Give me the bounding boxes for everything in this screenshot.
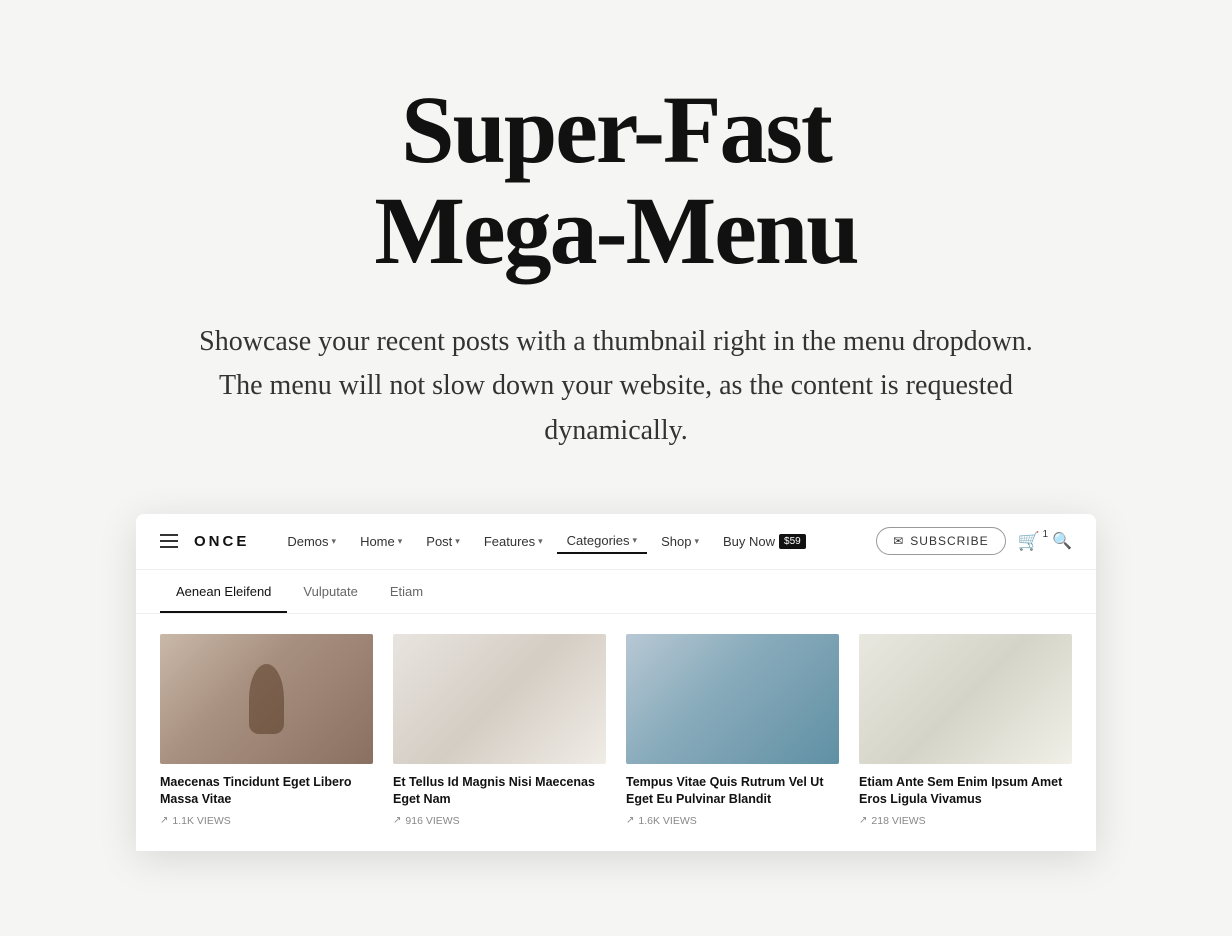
post-views-4: 218 VIEWS: [871, 815, 925, 827]
hamburger-line: [160, 540, 178, 542]
chevron-down-icon: ▾: [398, 536, 403, 547]
post-card-1: Maecenas Tincidunt Eget Libero Massa Vit…: [160, 634, 373, 827]
post-title-2[interactable]: Et Tellus Id Magnis Nisi Maecenas Eget N…: [393, 774, 606, 809]
tab-aenean[interactable]: Aenean Eleifend: [160, 570, 287, 613]
nav-item-home[interactable]: Home ▾: [350, 530, 412, 553]
chevron-down-icon: ▾: [694, 536, 699, 547]
hero-title-line1: Super-Fast: [401, 76, 831, 183]
chevron-down-icon: ▾: [633, 535, 638, 546]
nav-item-post[interactable]: Post ▾: [416, 530, 470, 553]
post-views-3: 1.6K VIEWS: [638, 815, 696, 827]
nav-item-demos[interactable]: Demos ▾: [277, 530, 346, 553]
hamburger-line: [160, 534, 178, 536]
tab-vulputate[interactable]: Vulputate: [287, 570, 373, 613]
subscribe-button[interactable]: ✉ SUBSCRIBE: [876, 527, 1005, 555]
browser-window: ONCE Demos ▾ Home ▾ Post ▾ Features ▾ Ca…: [136, 514, 1096, 851]
nav-item-shop[interactable]: Shop ▾: [651, 530, 709, 553]
hamburger-line: [160, 546, 178, 548]
post-card-4: Etiam Ante Sem Enim Ipsum Amet Eros Ligu…: [859, 634, 1072, 827]
post-card-2: Et Tellus Id Magnis Nisi Maecenas Eget N…: [393, 634, 606, 827]
navbar-right: ✉ SUBSCRIBE 🛒 1 🔍: [876, 527, 1072, 555]
post-meta-2: ↗ 916 VIEWS: [393, 815, 606, 827]
chevron-down-icon: ▾: [538, 536, 543, 547]
hero-title-line2: Mega-Menu: [374, 177, 857, 284]
post-thumbnail-3[interactable]: [626, 634, 839, 764]
nav-menu: Demos ▾ Home ▾ Post ▾ Features ▾ Categor…: [277, 529, 876, 554]
post-meta-3: ↗ 1.6K VIEWS: [626, 815, 839, 827]
cart-icon[interactable]: 🛒 1: [1018, 531, 1040, 552]
post-title-1[interactable]: Maecenas Tincidunt Eget Libero Massa Vit…: [160, 774, 373, 809]
chevron-down-icon: ▾: [455, 536, 460, 547]
post-views-1: 1.1K VIEWS: [172, 815, 230, 827]
cart-count: 1: [1043, 529, 1049, 540]
post-thumbnail-4[interactable]: [859, 634, 1072, 764]
post-thumbnail-2[interactable]: [393, 634, 606, 764]
nav-item-categories[interactable]: Categories ▾: [557, 529, 647, 554]
mail-icon: ✉: [893, 534, 904, 548]
hero-subtitle: Showcase your recent posts with a thumbn…: [186, 320, 1046, 454]
chevron-down-icon: ▾: [332, 536, 337, 547]
site-logo: ONCE: [194, 533, 249, 550]
post-meta-1: ↗ 1.1K VIEWS: [160, 815, 373, 827]
subscribe-label: SUBSCRIBE: [910, 534, 988, 548]
content-tabs: Aenean Eleifend Vulputate Etiam: [136, 570, 1096, 614]
views-icon: ↗: [626, 815, 634, 826]
post-title-3[interactable]: Tempus Vitae Quis Rutrum Vel Ut Eget Eu …: [626, 774, 839, 809]
views-icon: ↗: [859, 815, 867, 826]
hero-title: Super-Fast Mega-Menu: [374, 80, 857, 282]
post-thumbnail-1[interactable]: [160, 634, 373, 764]
navbar: ONCE Demos ▾ Home ▾ Post ▾ Features ▾ Ca…: [136, 514, 1096, 570]
search-icon[interactable]: 🔍: [1052, 531, 1072, 551]
post-meta-4: ↗ 218 VIEWS: [859, 815, 1072, 827]
hero-section: Super-Fast Mega-Menu Showcase your recen…: [0, 0, 1232, 514]
price-badge: $59: [779, 534, 806, 549]
views-icon: ↗: [393, 815, 401, 826]
nav-item-features[interactable]: Features ▾: [474, 530, 553, 553]
post-title-4[interactable]: Etiam Ante Sem Enim Ipsum Amet Eros Ligu…: [859, 774, 1072, 809]
nav-item-buy-now[interactable]: Buy Now $59: [713, 530, 816, 553]
post-views-2: 916 VIEWS: [405, 815, 459, 827]
hamburger-menu[interactable]: [160, 534, 178, 548]
post-card-3: Tempus Vitae Quis Rutrum Vel Ut Eget Eu …: [626, 634, 839, 827]
tab-etiam[interactable]: Etiam: [374, 570, 439, 613]
views-icon: ↗: [160, 815, 168, 826]
posts-grid: Maecenas Tincidunt Eget Libero Massa Vit…: [136, 614, 1096, 851]
